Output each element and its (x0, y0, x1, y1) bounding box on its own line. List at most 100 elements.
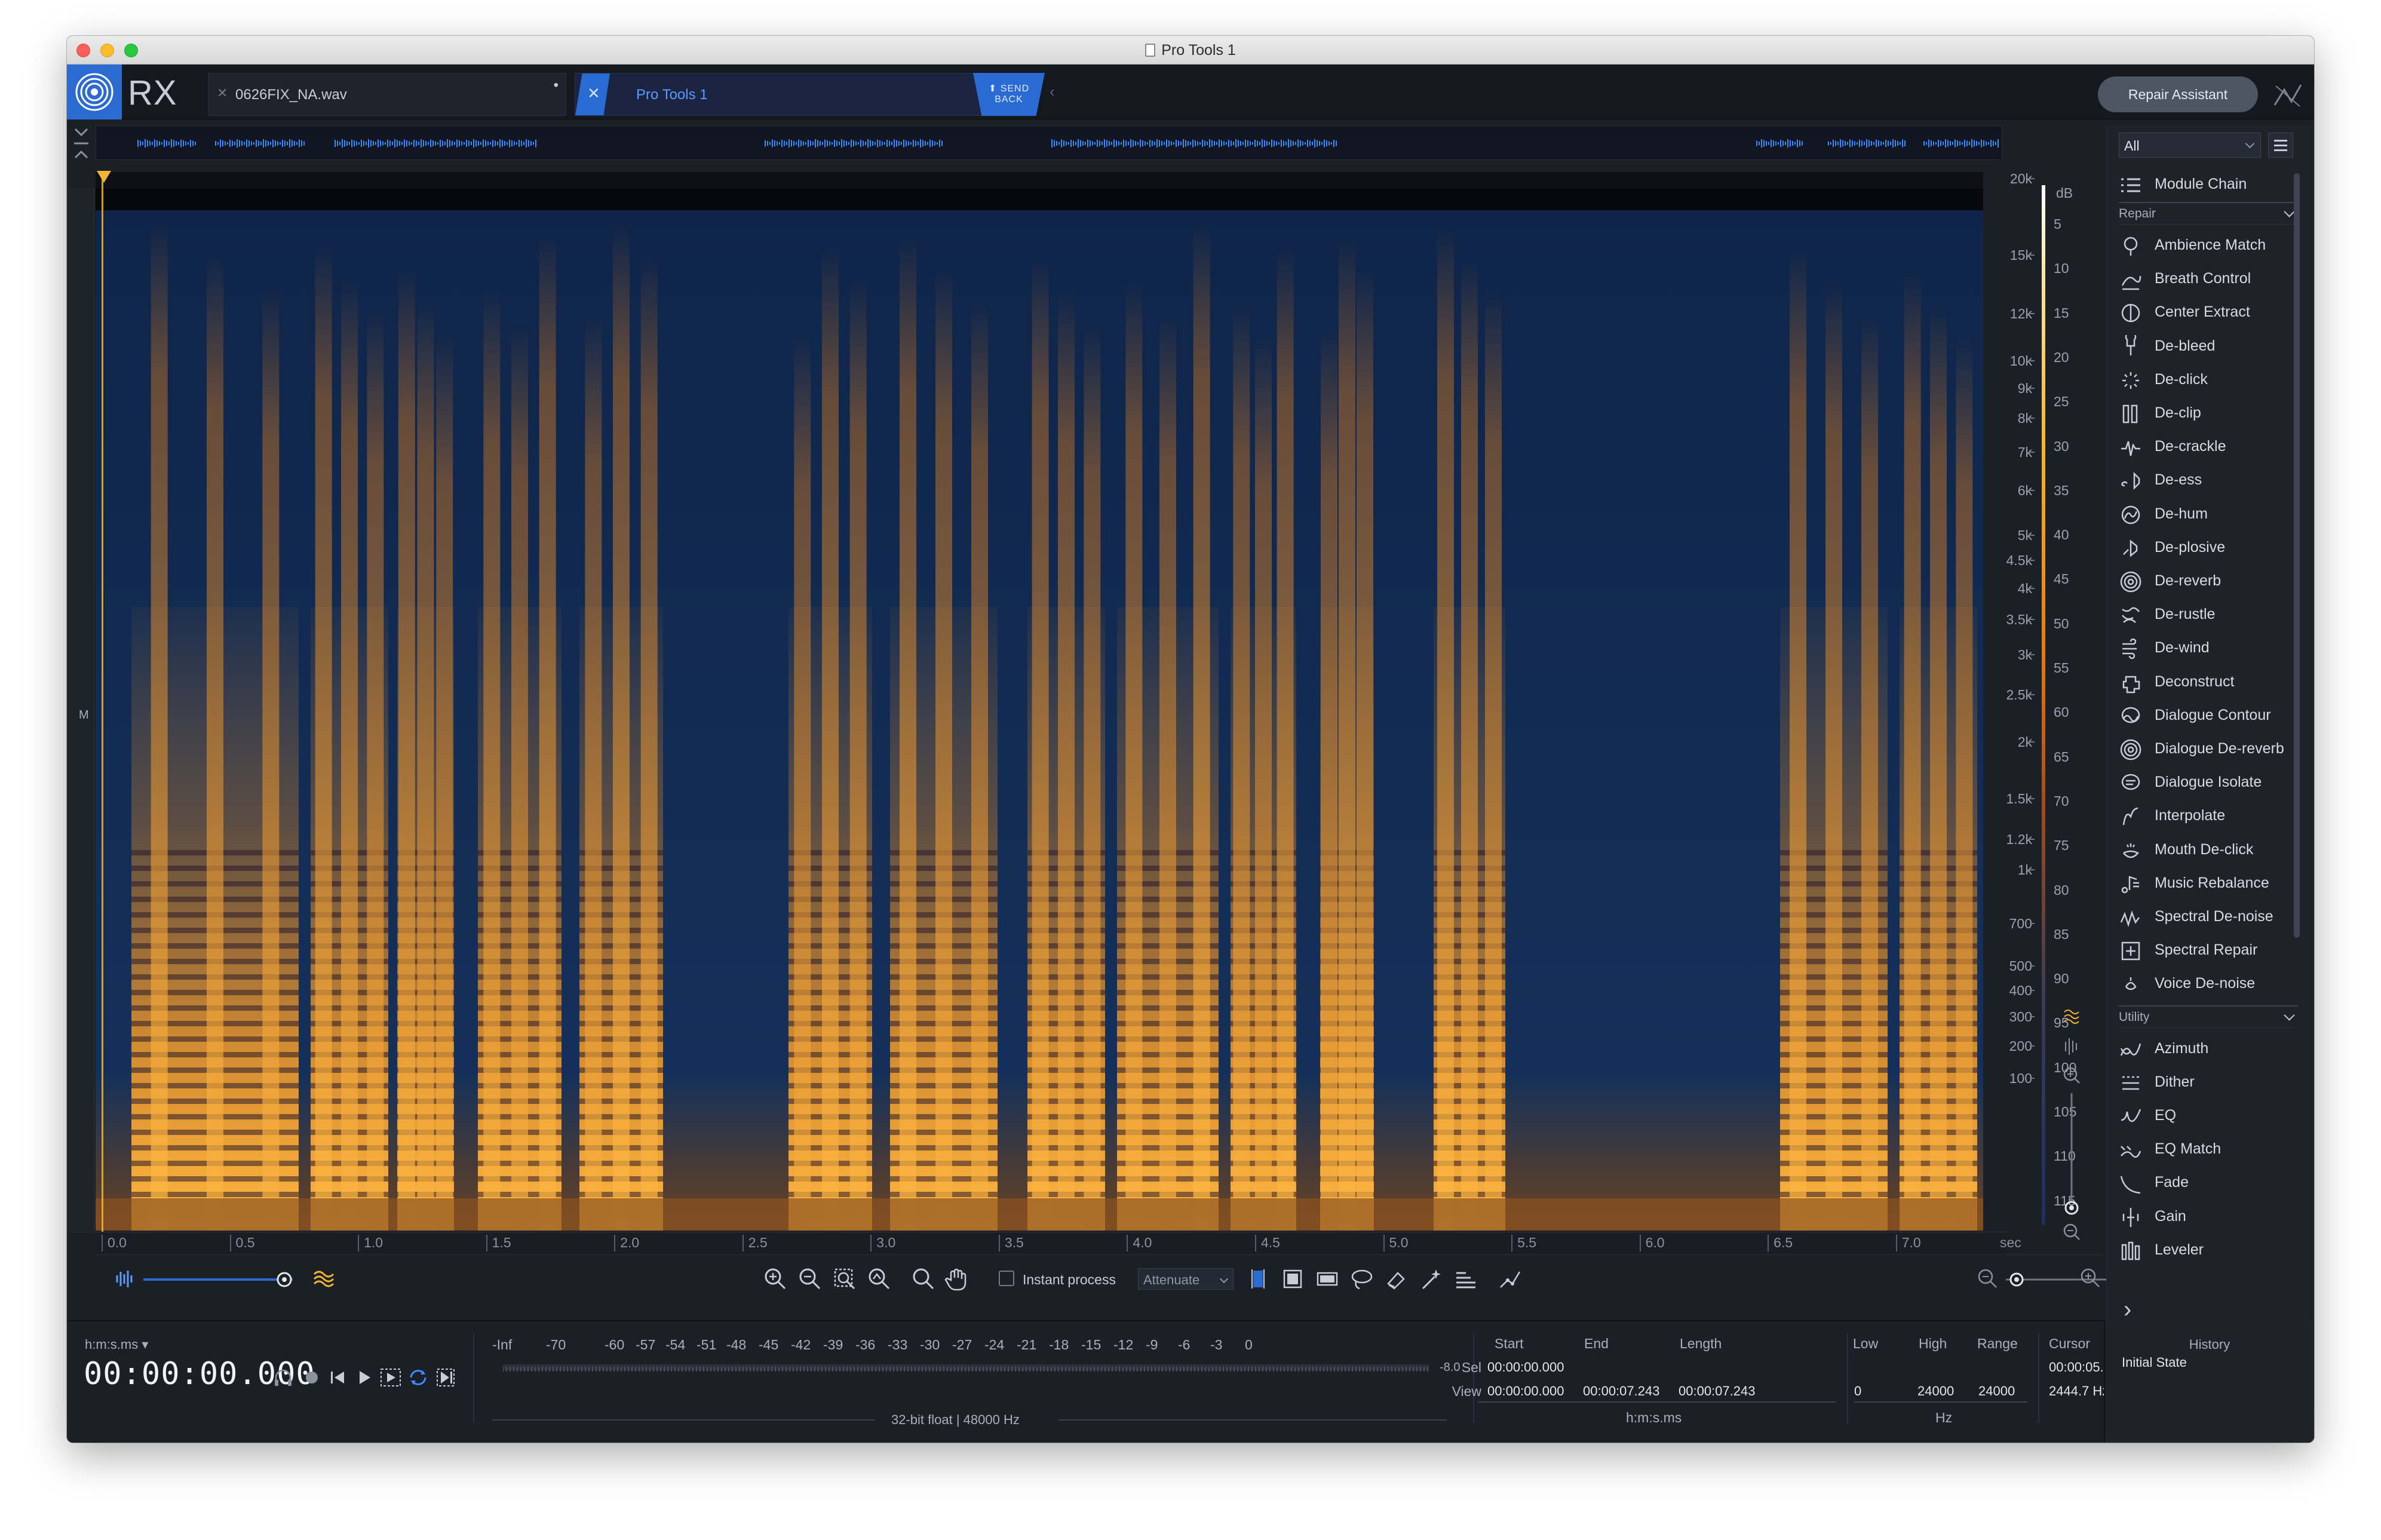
module-de-ess[interactable]: De-ess (2119, 463, 2304, 496)
go-to-start-icon[interactable] (325, 1364, 351, 1391)
module-azimuth[interactable]: Azimuth (2119, 1032, 2304, 1065)
module-mouth-de-click[interactable]: Mouth De-click (2119, 833, 2304, 866)
zoom-in-icon[interactable] (762, 1266, 788, 1292)
separator (1473, 1333, 1474, 1423)
monitor-headphones-icon[interactable] (270, 1364, 296, 1391)
zoom-out-horizontal-icon[interactable] (1975, 1266, 2001, 1292)
zoom-selection-icon[interactable] (831, 1266, 858, 1292)
module-de-click[interactable]: De-click (2119, 363, 2304, 396)
module-de-wind[interactable]: De-wind (2119, 631, 2304, 664)
module-music-rebalance[interactable]: Music Rebalance (2119, 866, 2304, 900)
low-value[interactable]: 0 (1854, 1383, 1861, 1399)
record-button-icon[interactable] (299, 1364, 325, 1391)
brush-tool-icon[interactable] (1383, 1266, 1410, 1292)
time-tick-label: 3.5 (998, 1235, 1024, 1251)
module-dither[interactable]: Dither (2119, 1065, 2304, 1099)
module-panel-scrollbar[interactable] (2294, 173, 2300, 938)
module-chain-button[interactable]: Module Chain (2119, 167, 2304, 201)
zoom-in-horizontal-icon[interactable] (2078, 1265, 2104, 1291)
waveform-spectrogram-blend-slider[interactable] (143, 1271, 299, 1289)
module-de-bleed[interactable]: De-bleed (2119, 329, 2304, 363)
waveform-view-icon[interactable] (112, 1266, 139, 1292)
spectrogram-display[interactable] (96, 189, 1983, 1231)
module-leveler[interactable]: Leveler (2119, 1233, 2304, 1266)
meter-tick-label: -51 (696, 1337, 717, 1352)
frequency-selection-icon[interactable] (1314, 1266, 1340, 1292)
instant-process-mode-select[interactable]: Attenuate (1138, 1268, 1234, 1290)
module-voice-de-noise[interactable]: Voice De-noise (2119, 967, 2304, 1000)
section-header-utility[interactable]: Utility (2119, 1005, 2298, 1028)
module-de-reverb[interactable]: De-reverb (2119, 564, 2304, 597)
time-tick-label: 4.0 (1127, 1235, 1152, 1251)
module-de-hum[interactable]: De-hum (2119, 497, 2304, 530)
pencil-curve-icon[interactable] (1497, 1266, 1523, 1292)
module-de-plosive[interactable]: De-plosive (2119, 530, 2304, 564)
time-format-select[interactable]: h:m:s.ms ▾ (85, 1337, 148, 1352)
module-eq[interactable]: EQ (2119, 1099, 2304, 1132)
module-interpolate[interactable]: Interpolate (2119, 799, 2304, 832)
module-gain[interactable]: Gain (2119, 1200, 2304, 1233)
module-de-clip[interactable]: De-clip (2119, 396, 2304, 430)
high-value[interactable]: 24000 (1917, 1383, 1954, 1399)
view-end-value[interactable]: 00:00:07.243 (1583, 1383, 1659, 1399)
module-breath-control[interactable]: Breath Control (2119, 262, 2304, 295)
meter-tick-label: -3 (1210, 1337, 1223, 1352)
module-fade[interactable]: Fade (2119, 1165, 2304, 1199)
module-spectral-repair[interactable]: Spectral Repair (2119, 933, 2304, 967)
sel-start-value[interactable]: 00:00:00.000 (1487, 1360, 1564, 1375)
module-label: Gain (2155, 1207, 2186, 1225)
collapse-chevron-icon[interactable]: ‹ (1050, 82, 1055, 101)
go-to-end-icon[interactable] (432, 1364, 459, 1391)
zoom-out-icon[interactable] (797, 1266, 823, 1292)
send-back-button[interactable]: ⬆ SEND BACK (973, 73, 1045, 116)
repair-assistant-button[interactable]: Repair Assistant (2098, 76, 2258, 112)
waveform-overview[interactable] (96, 125, 2002, 160)
loop-icon[interactable] (405, 1364, 431, 1391)
view-start-value[interactable]: 00:00:00.000 (1487, 1383, 1564, 1399)
play-icon[interactable] (351, 1364, 378, 1391)
module-center-extract[interactable]: Center Extract (2119, 295, 2304, 329)
zoom-fit-icon[interactable] (866, 1266, 892, 1292)
section-header-repair[interactable]: Repair (2119, 202, 2298, 225)
time-selection-tool-icon[interactable] (1245, 1266, 1271, 1292)
collapse-overview-icon[interactable] (70, 125, 92, 161)
module-spectral-de-noise[interactable]: Spectral De-noise (2119, 900, 2304, 933)
play-selection-icon[interactable] (378, 1364, 404, 1391)
module-de-rustle[interactable]: De-rustle (2119, 597, 2304, 631)
tab-pro-tools[interactable]: ✕ Pro Tools 1 (575, 73, 993, 116)
module-filter-select[interactable]: All (2119, 133, 2261, 158)
close-tab-icon[interactable]: ✕ (217, 85, 228, 101)
module-label: EQ (2155, 1107, 2177, 1124)
instant-process-checkbox[interactable] (999, 1271, 1014, 1286)
time-frequency-selection-icon[interactable] (1280, 1266, 1306, 1292)
formant-streak (1861, 314, 1878, 1231)
spectrogram-view-icon[interactable] (311, 1266, 337, 1292)
module-dialogue-contour[interactable]: Dialogue Contour (2119, 698, 2304, 732)
module-list-menu-icon[interactable] (2268, 133, 2293, 158)
formant-streak (1233, 304, 1250, 1231)
more-modules-chevron-icon[interactable]: › (2124, 1296, 2131, 1323)
module-eq-match[interactable]: EQ Match (2119, 1132, 2304, 1165)
formant-streak (585, 313, 602, 1231)
module-de-crackle[interactable]: De-crackle (2119, 430, 2304, 463)
harmonic-selection-icon[interactable] (1453, 1266, 1479, 1292)
module-deconstruct[interactable]: Deconstruct (2119, 665, 2304, 698)
range-value[interactable]: 24000 (1978, 1383, 2015, 1399)
hand-tool-icon[interactable] (944, 1266, 970, 1292)
module-dialogue-de-reverb[interactable]: Dialogue De-reverb (2119, 732, 2304, 765)
lasso-tool-icon[interactable] (1349, 1266, 1375, 1292)
view-length-value[interactable]: 00:00:07.243 (1679, 1383, 1755, 1399)
zoom-tool-icon[interactable] (910, 1266, 937, 1292)
playback-cursor[interactable] (102, 177, 103, 1240)
signal-path-icon[interactable] (2271, 79, 2305, 112)
module-dialogue-isolate[interactable]: Dialogue Isolate (2119, 765, 2304, 799)
playhead-marker[interactable] (97, 171, 111, 183)
formant-streak (822, 247, 839, 1231)
zoom-out-vertical-icon (2063, 1223, 2080, 1240)
magic-wand-icon[interactable] (1418, 1266, 1444, 1292)
close-tab-icon[interactable]: ✕ (587, 84, 600, 103)
tab-file[interactable]: ✕ 0626FIX_NA.wav • (208, 73, 566, 116)
timeline-ruler[interactable] (96, 172, 1983, 189)
history-item[interactable]: Initial State (2122, 1355, 2187, 1370)
module-ambience-match[interactable]: Ambience Match (2119, 228, 2304, 262)
